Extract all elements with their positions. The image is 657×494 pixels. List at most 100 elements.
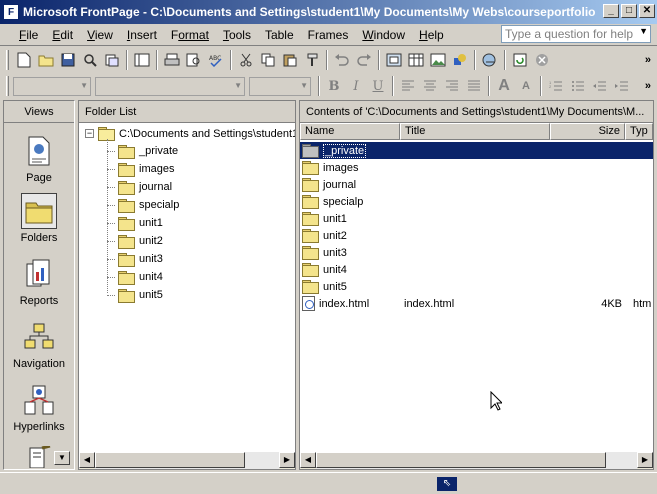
toolbar-grip[interactable] [6, 50, 9, 70]
font-select[interactable]: ▼ [95, 76, 245, 96]
scroll-track[interactable] [316, 452, 637, 469]
align-right-icon[interactable] [441, 75, 463, 97]
column-size[interactable]: Size [550, 123, 625, 140]
increase-font-icon[interactable]: A [493, 75, 515, 97]
menu-view[interactable]: View [80, 28, 120, 42]
redo-icon[interactable] [353, 49, 375, 71]
scroll-right-button[interactable]: ▶ [279, 452, 295, 468]
bullet-list-icon[interactable] [567, 75, 589, 97]
tree-item-journal[interactable]: journal [107, 178, 172, 196]
view-hyperlinks[interactable]: Hyperlinks [4, 382, 74, 433]
scroll-thumb[interactable] [316, 452, 606, 468]
scroll-right-button[interactable]: ▶ [637, 452, 653, 468]
reports-view-icon [21, 256, 57, 292]
menu-frames[interactable]: Frames [301, 28, 356, 42]
file-row-unit2[interactable]: unit2 [300, 227, 653, 244]
tree-item-unit2[interactable]: unit2 [107, 232, 163, 250]
search-icon[interactable] [79, 49, 101, 71]
menu-window[interactable]: Window [355, 28, 412, 42]
file-row-private[interactable]: _private [300, 142, 653, 159]
italic-icon[interactable]: I [345, 75, 367, 97]
contents-scrollbar[interactable]: ◀ ▶ [300, 452, 653, 469]
numbered-list-icon[interactable]: 12 [545, 75, 567, 97]
help-search-input[interactable]: Type a question for help ▼ [501, 25, 651, 43]
insert-picture-icon[interactable] [427, 49, 449, 71]
new-page-icon[interactable] [13, 49, 35, 71]
file-row-specialp[interactable]: specialp [300, 193, 653, 210]
column-title[interactable]: Title [400, 123, 550, 140]
file-row-unit5[interactable]: unit5 [300, 278, 653, 295]
view-folders[interactable]: Folders [4, 193, 74, 244]
scroll-left-button[interactable]: ◀ [300, 452, 316, 468]
cut-icon[interactable] [235, 49, 257, 71]
minimize-button[interactable]: _ [603, 4, 619, 18]
file-row-index-html[interactable]: index.html index.html 4KB htm [300, 295, 653, 312]
file-row-unit1[interactable]: unit1 [300, 210, 653, 227]
menu-edit[interactable]: Edit [45, 28, 80, 42]
font-size-select[interactable]: ▼ [249, 76, 311, 96]
frontpage-app-icon[interactable]: F [3, 4, 19, 20]
file-row-images[interactable]: images [300, 159, 653, 176]
menu-insert[interactable]: Insert [120, 28, 164, 42]
close-button[interactable]: ✕ [639, 4, 655, 18]
menu-format[interactable]: Format [164, 28, 216, 42]
toolbar-more-icon[interactable]: » [645, 54, 651, 66]
paste-icon[interactable] [279, 49, 301, 71]
refresh-icon[interactable] [509, 49, 531, 71]
file-row-unit3[interactable]: unit3 [300, 244, 653, 261]
view-navigation[interactable]: Navigation [4, 319, 74, 370]
menu-table[interactable]: Table [258, 28, 301, 42]
toggle-pane-icon[interactable] [131, 49, 153, 71]
insert-table-icon[interactable] [405, 49, 427, 71]
tree-item-unit5[interactable]: unit5 [107, 286, 163, 304]
publish-icon[interactable] [101, 49, 123, 71]
hyperlink-icon[interactable] [479, 49, 501, 71]
toolbar-more-icon[interactable]: » [645, 80, 651, 92]
view-reports[interactable]: Reports [4, 256, 74, 307]
tree-item-specialp[interactable]: specialp [107, 196, 179, 214]
underline-icon[interactable]: U [367, 75, 389, 97]
print-icon[interactable] [161, 49, 183, 71]
stop-icon[interactable] [531, 49, 553, 71]
menu-help[interactable]: Help [412, 28, 451, 42]
tree-item-private[interactable]: _private [107, 142, 178, 160]
file-row-journal[interactable]: journal [300, 176, 653, 193]
style-select[interactable]: ▼ [13, 76, 91, 96]
save-icon[interactable] [57, 49, 79, 71]
help-dropdown-icon[interactable]: ▼ [639, 26, 648, 36]
tree-item-images[interactable]: images [107, 160, 174, 178]
tree-item-unit4[interactable]: unit4 [107, 268, 163, 286]
increase-indent-icon[interactable] [611, 75, 633, 97]
web-component-icon[interactable] [383, 49, 405, 71]
folder-list-scrollbar[interactable]: ◀ ▶ [79, 452, 295, 469]
spelling-icon[interactable]: ABC [205, 49, 227, 71]
column-type[interactable]: Typ [625, 123, 653, 140]
toolbar-grip[interactable] [6, 76, 9, 96]
column-name[interactable]: Name [300, 123, 400, 140]
undo-icon[interactable] [331, 49, 353, 71]
open-folder-icon[interactable] [35, 49, 57, 71]
maximize-button[interactable]: □ [621, 4, 637, 18]
menu-tools[interactable]: Tools [216, 28, 258, 42]
align-center-icon[interactable] [419, 75, 441, 97]
menu-file[interactable]: File [12, 28, 45, 42]
file-row-unit4[interactable]: unit4 [300, 261, 653, 278]
copy-icon[interactable] [257, 49, 279, 71]
print-preview-icon[interactable] [183, 49, 205, 71]
collapse-icon[interactable]: − [85, 129, 94, 138]
justify-icon[interactable] [463, 75, 485, 97]
decrease-indent-icon[interactable] [589, 75, 611, 97]
tree-item-unit3[interactable]: unit3 [107, 250, 163, 268]
tree-item-unit1[interactable]: unit1 [107, 214, 163, 232]
scroll-thumb[interactable] [95, 452, 245, 468]
view-page[interactable]: Page [4, 133, 74, 184]
decrease-font-icon[interactable]: A [515, 75, 537, 97]
align-left-icon[interactable] [397, 75, 419, 97]
drawing-icon[interactable] [449, 49, 471, 71]
tree-root[interactable]: − C:\Documents and Settings\student1 [85, 127, 295, 141]
views-scroll-down-button[interactable]: ▼ [54, 451, 70, 465]
bold-icon[interactable]: B [323, 75, 345, 97]
format-painter-icon[interactable] [301, 49, 323, 71]
scroll-left-button[interactable]: ◀ [79, 452, 95, 468]
scroll-track[interactable] [95, 452, 279, 469]
